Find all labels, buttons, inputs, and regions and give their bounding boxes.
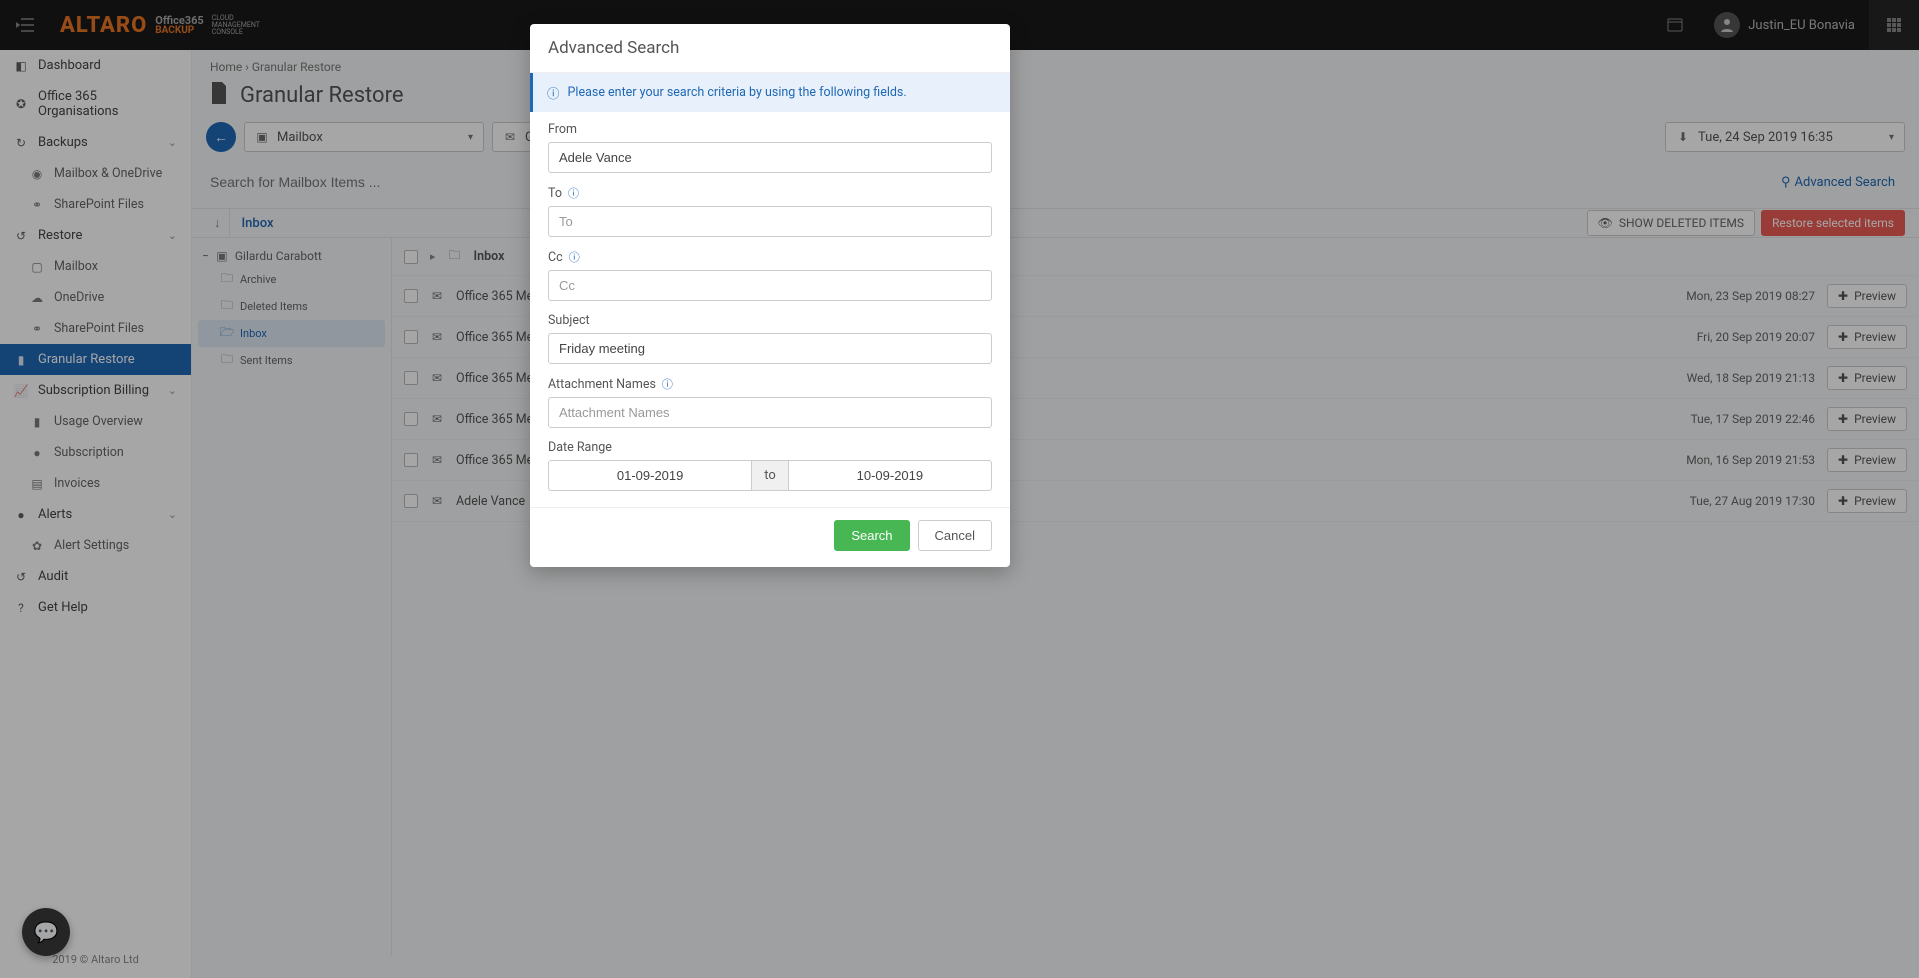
to-input[interactable]	[548, 206, 992, 237]
date-range-separator: to	[752, 460, 788, 491]
info-icon: ⓘ	[568, 187, 579, 200]
daterange-label: Date Range	[548, 440, 992, 455]
to-label: Toⓘ	[548, 185, 992, 201]
cc-label: Ccⓘ	[548, 249, 992, 265]
date-from-input[interactable]	[548, 460, 752, 491]
info-icon: ⓘ	[547, 83, 560, 102]
info-icon: ⓘ	[662, 378, 673, 391]
from-label: From	[548, 122, 992, 137]
attachment-label: Attachment Namesⓘ	[548, 376, 992, 392]
cc-input[interactable]	[548, 270, 992, 301]
date-to-input[interactable]	[788, 460, 992, 491]
search-button[interactable]: Search	[834, 520, 909, 551]
subject-label: Subject	[548, 313, 992, 328]
from-input[interactable]	[548, 142, 992, 173]
subject-input[interactable]	[548, 333, 992, 364]
advanced-search-modal: Advanced Search ⓘ Please enter your sear…	[530, 24, 1010, 567]
cancel-button[interactable]: Cancel	[918, 520, 992, 551]
attachment-input[interactable]	[548, 397, 992, 428]
info-icon: ⓘ	[569, 251, 580, 264]
modal-title: Advanced Search	[530, 24, 1010, 73]
modal-info: ⓘ Please enter your search criteria by u…	[530, 73, 1010, 112]
